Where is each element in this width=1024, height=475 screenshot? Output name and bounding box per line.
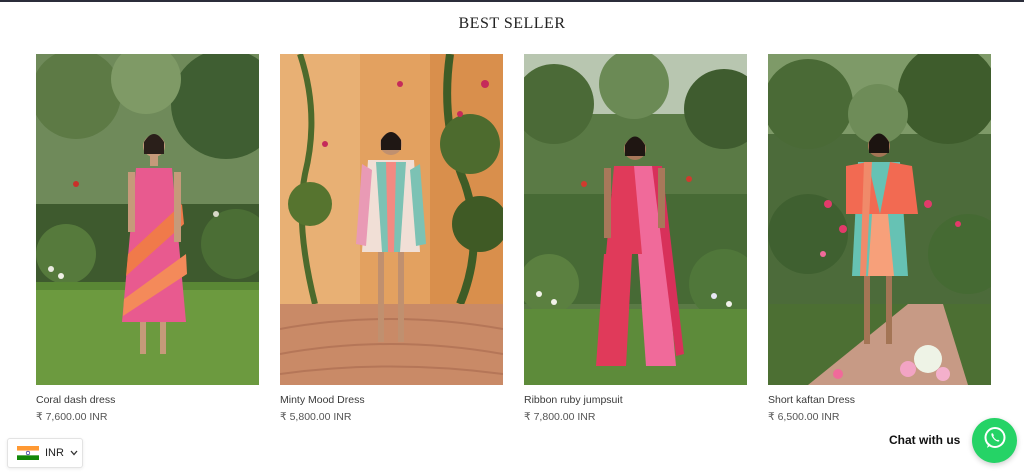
product-price: ₹ 7,600.00 INR (36, 411, 108, 423)
product-price: ₹ 6,500.00 INR (768, 411, 840, 423)
india-flag-icon (17, 446, 39, 460)
product-card[interactable]: Ribbon ruby jumpsuit ₹ 7,800.00 INR (524, 54, 747, 423)
product-card[interactable]: Short kaftan Dress ₹ 6,500.00 INR (768, 54, 991, 423)
currency-selector[interactable]: INR (7, 438, 83, 468)
product-image[interactable] (36, 54, 259, 385)
top-border (0, 0, 1024, 2)
product-name[interactable]: Ribbon ruby jumpsuit (524, 394, 747, 406)
product-name[interactable]: Short kaftan Dress (768, 394, 991, 406)
product-name[interactable]: Minty Mood Dress (280, 394, 503, 406)
product-card[interactable]: Minty Mood Dress ₹ 5,800.00 INR (280, 54, 503, 423)
product-name[interactable]: Coral dash dress (36, 394, 259, 406)
chat-label[interactable]: Chat with us (889, 433, 960, 447)
product-card[interactable]: Coral dash dress ₹ 7,600.00 INR (36, 54, 259, 423)
product-image[interactable] (768, 54, 991, 385)
currency-label: INR (45, 447, 64, 459)
whatsapp-chat-button[interactable] (972, 418, 1017, 463)
whatsapp-icon (982, 425, 1008, 456)
product-image[interactable] (524, 54, 747, 385)
chevron-down-icon (70, 448, 78, 459)
product-price: ₹ 7,800.00 INR (524, 411, 596, 423)
product-image[interactable] (280, 54, 503, 385)
product-price: ₹ 5,800.00 INR (280, 411, 352, 423)
section-title: BEST SELLER (458, 15, 566, 32)
